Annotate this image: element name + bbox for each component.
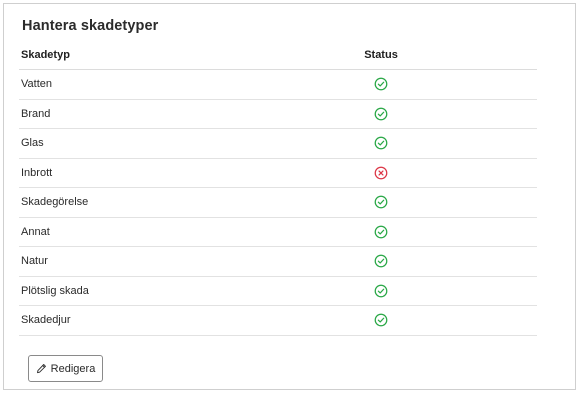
damage-type-status [225,217,537,247]
damage-type-status [225,128,537,159]
damage-type-name: Plötslig skada [19,276,225,306]
damage-type-name: Natur [19,246,225,277]
table-header-row: Skadetyp Status [19,40,537,70]
damage-type-status [225,187,537,218]
column-header-status: Status [225,40,537,70]
card-title: Hantera skadetyper [22,18,159,34]
table-row: Vatten [19,69,537,100]
table-row: Skadedjur [19,305,537,336]
check-circle-icon [374,195,388,209]
table-row: Annat [19,217,537,247]
edit-button-label: Redigera [50,362,96,375]
damage-type-status [225,305,537,336]
check-circle-icon [374,136,388,150]
table-row: Skadegörelse [19,187,537,218]
damage-type-status [225,158,537,188]
manage-damage-types-card: Hantera skadetyper Skadetyp Status Vatte… [3,3,576,390]
check-circle-icon [374,225,388,239]
damage-type-status [225,276,537,306]
table-row: Plötslig skada [19,276,537,306]
column-header-damage-type: Skadetyp [19,40,225,70]
damage-type-name: Skadedjur [19,305,225,336]
check-circle-icon [374,107,388,121]
pencil-icon [36,363,47,374]
damage-types-table: Skadetyp Status Vatten Brand Glas Inbrott Sk… [19,40,537,336]
edit-button[interactable]: Redigera [28,355,103,382]
check-circle-icon [374,77,388,91]
table-body: Vatten Brand Glas Inbrott Skadegörelse Annat N… [19,69,537,336]
damage-type-status [225,246,537,277]
x-circle-icon [374,166,388,180]
check-circle-icon [374,284,388,298]
check-circle-icon [374,254,388,268]
damage-type-name: Brand [19,99,225,129]
damage-type-status [225,99,537,129]
damage-type-status [225,69,537,100]
damage-type-name: Annat [19,217,225,247]
damage-type-name: Glas [19,128,225,159]
damage-type-name: Vatten [19,69,225,100]
damage-type-name: Skadegörelse [19,187,225,218]
table-row: Inbrott [19,158,537,188]
table-row: Brand [19,99,537,129]
table-row: Glas [19,128,537,159]
check-circle-icon [374,313,388,327]
table-row: Natur [19,246,537,277]
damage-type-name: Inbrott [19,158,225,188]
